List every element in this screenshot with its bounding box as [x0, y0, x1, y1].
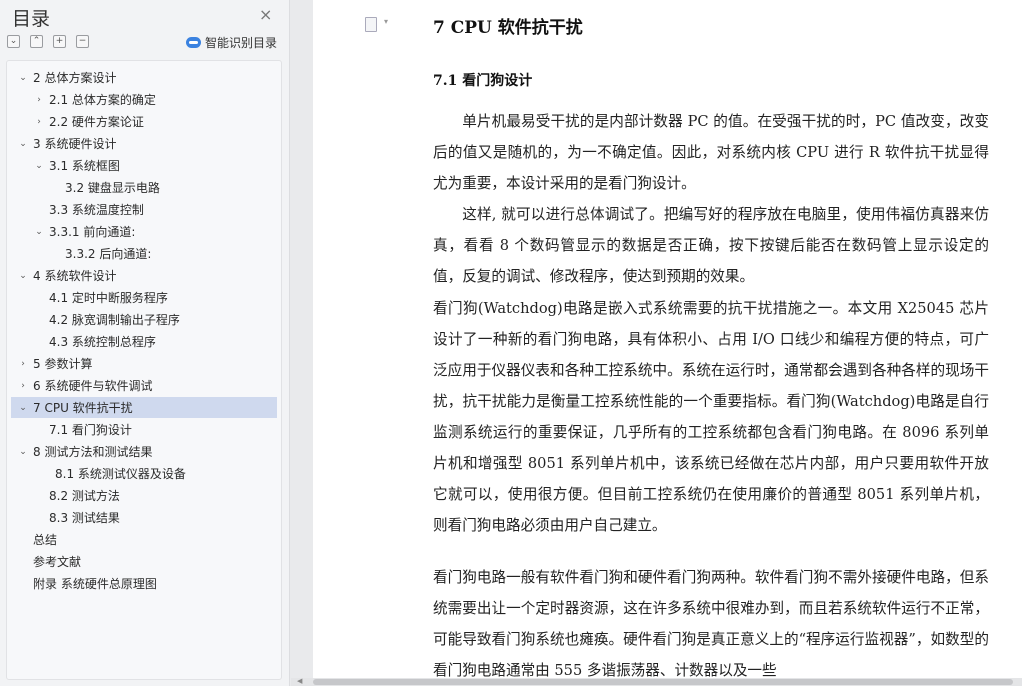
document-area: ▾ 7 CPU 软件抗干扰 7.1 看门狗设计 单片机最易受干扰的是内部计数器 …	[291, 0, 1022, 686]
toc-item-label: 8.1 系统测试仪器及设备	[55, 467, 186, 481]
toc-item-label: 2.2 硬件方案论证	[49, 115, 144, 129]
paragraph-2: 这样, 就可以进行总体调试了。把编写好的程序放在电脑里，使用伟福仿真器来仿真，看…	[433, 206, 989, 285]
toc-item-label: 2.1 总体方案的确定	[49, 93, 156, 107]
add-heading-button[interactable]: +	[53, 35, 66, 48]
chevron-down-icon[interactable]: ⌄	[17, 139, 29, 149]
heading-1: 7 CPU 软件抗干扰	[433, 18, 583, 38]
toc-item-label: 6 系统硬件与软件调试	[33, 379, 153, 393]
toc-item-label: 4 系统软件设计	[33, 269, 117, 283]
toc-item-label: 8 测试方法和测试结果	[33, 445, 153, 459]
collapse-all-button[interactable]: ⌄	[7, 35, 20, 48]
toc-item-label: 3.3.2 后向通道:	[65, 247, 152, 261]
toc-item[interactable]: 7.1 看门狗设计	[11, 419, 277, 440]
horizontal-scrollbar[interactable]: ◀	[291, 677, 1022, 686]
chevron-right-icon[interactable]: ›	[17, 359, 29, 369]
toc-item-label: 总结	[33, 533, 58, 547]
chevron-down-icon[interactable]: ⌄	[17, 73, 29, 83]
toc-item[interactable]: ⌄ 3.3.1 前向通道:	[11, 221, 277, 242]
toc-item[interactable]: 8.3 测试结果	[11, 507, 277, 528]
toc-item[interactable]: 4.2 脉宽调制输出子程序	[11, 309, 277, 330]
toc-item-label: 3.3 系统温度控制	[49, 203, 144, 217]
toc-item[interactable]: 3.3.2 后向通道:	[11, 243, 277, 264]
toc-item-label: 7.1 看门狗设计	[49, 423, 132, 437]
chevron-right-icon[interactable]: ›	[33, 95, 45, 105]
nav-toolbar: ⌄ ⌃ + −	[7, 35, 89, 48]
paragraph-3: 看门狗(Watchdog)电路是嵌入式系统需要的抗干扰措施之一。本文用 X250…	[433, 300, 989, 534]
toc-item-label: 5 参数计算	[33, 357, 93, 371]
toc-panel: ⌄ 2 总体方案设计 › 2.1 总体方案的确定 › 2.2 硬件方案论证 ⌄ 3 系统硬件设…	[6, 60, 282, 680]
scroll-left-icon[interactable]: ◀	[297, 677, 302, 685]
remove-heading-button[interactable]: −	[76, 35, 89, 48]
toc-item-label: 8.2 测试方法	[49, 489, 120, 503]
toc-item-label: 附录 系统硬件总原理图	[33, 577, 157, 591]
toc-item-label: 8.3 测试结果	[49, 511, 120, 525]
toc-item[interactable]: 4.3 系统控制总程序	[11, 331, 277, 352]
toc-item[interactable]: › 6 系统硬件与软件调试	[11, 375, 277, 396]
toc-item-label: 4.1 定时中断服务程序	[49, 291, 168, 305]
toc-item[interactable]: ⌄ 2 总体方案设计	[11, 67, 277, 88]
paragraph-4: 看门狗电路一般有软件看门狗和硬件看门狗两种。软件看门狗不需外接硬件电路，但系统需…	[433, 569, 989, 678]
toc-item[interactable]: › 2.2 硬件方案论证	[11, 111, 277, 132]
nav-title: 目录	[12, 8, 51, 30]
document-page[interactable]: ▾ 7 CPU 软件抗干扰 7.1 看门狗设计 单片机最易受干扰的是内部计数器 …	[313, 0, 1022, 678]
toc-item[interactable]: › 5 参数计算	[11, 353, 277, 374]
chevron-down-icon[interactable]: ⌄	[17, 271, 29, 281]
caret-down-icon[interactable]: ▾	[384, 17, 388, 26]
chevron-down-icon[interactable]: ⌄	[17, 403, 29, 413]
close-icon[interactable]: ×	[259, 5, 272, 24]
scroll-thumb[interactable]	[313, 679, 1013, 685]
navigation-pane: 目录 × ⌄ ⌃ + − 智能识别目录 ⌄ 2 总体方案设计 › 2.1 总体方案的确…	[0, 0, 290, 686]
document-icon[interactable]	[365, 17, 377, 32]
expand-all-button[interactable]: ⌃	[30, 35, 43, 48]
toc-item[interactable]: 3.2 键盘显示电路	[11, 177, 277, 198]
toc-item[interactable]: 总结	[11, 529, 277, 550]
toc-item[interactable]: 8.1 系统测试仪器及设备	[11, 463, 277, 484]
toc-item-label: 4.3 系统控制总程序	[49, 335, 156, 349]
toc-item-label: 7 CPU 软件抗干扰	[33, 401, 133, 415]
toc-item[interactable]: 8.2 测试方法	[11, 485, 277, 506]
chevron-right-icon[interactable]: ›	[17, 381, 29, 391]
toc-item[interactable]: 3.3 系统温度控制	[11, 199, 277, 220]
toc-item[interactable]: ⌄ 8 测试方法和测试结果	[11, 441, 277, 462]
cloud-icon	[186, 37, 201, 48]
toc-item-label: 参考文献	[33, 555, 82, 569]
toc-item-label: 2 总体方案设计	[33, 71, 117, 85]
toc-item[interactable]: ⌄ 3.1 系统框图	[11, 155, 277, 176]
chevron-right-icon[interactable]: ›	[33, 117, 45, 127]
toc-item-label: 3.1 系统框图	[49, 159, 120, 173]
toc-item-label: 3 系统硬件设计	[33, 137, 117, 151]
smart-toc-button[interactable]: 智能识别目录	[186, 34, 277, 51]
word-processor-window: 目录 × ⌄ ⌃ + − 智能识别目录 ⌄ 2 总体方案设计 › 2.1 总体方案的确…	[0, 0, 1022, 686]
toc-item[interactable]: ⌄ 3 系统硬件设计	[11, 133, 277, 154]
toc-item[interactable]: ⌄ 4 系统软件设计	[11, 265, 277, 286]
toc-item[interactable]: › 2.1 总体方案的确定	[11, 89, 277, 110]
paragraph-1: 单片机最易受干扰的是内部计数器 PC 的值。在受强干扰的时，PC 值改变，改变后…	[433, 113, 989, 192]
chevron-down-icon[interactable]: ⌄	[17, 447, 29, 457]
toc-item-label: 3.3.1 前向通道:	[49, 225, 136, 239]
toc-item-label: 3.2 键盘显示电路	[65, 181, 160, 195]
toc-item[interactable]: 附录 系统硬件总原理图	[11, 573, 277, 594]
chevron-down-icon[interactable]: ⌄	[33, 161, 45, 171]
chevron-down-icon[interactable]: ⌄	[33, 227, 45, 237]
toc-item[interactable]: 4.1 定时中断服务程序	[11, 287, 277, 308]
toc-item-label: 4.2 脉宽调制输出子程序	[49, 313, 180, 327]
smart-toc-label: 智能识别目录	[205, 36, 278, 50]
toc-item[interactable]: 参考文献	[11, 551, 277, 572]
toc-item[interactable]: ⌄ 7 CPU 软件抗干扰	[11, 397, 277, 418]
heading-2: 7.1 看门狗设计	[433, 73, 533, 89]
